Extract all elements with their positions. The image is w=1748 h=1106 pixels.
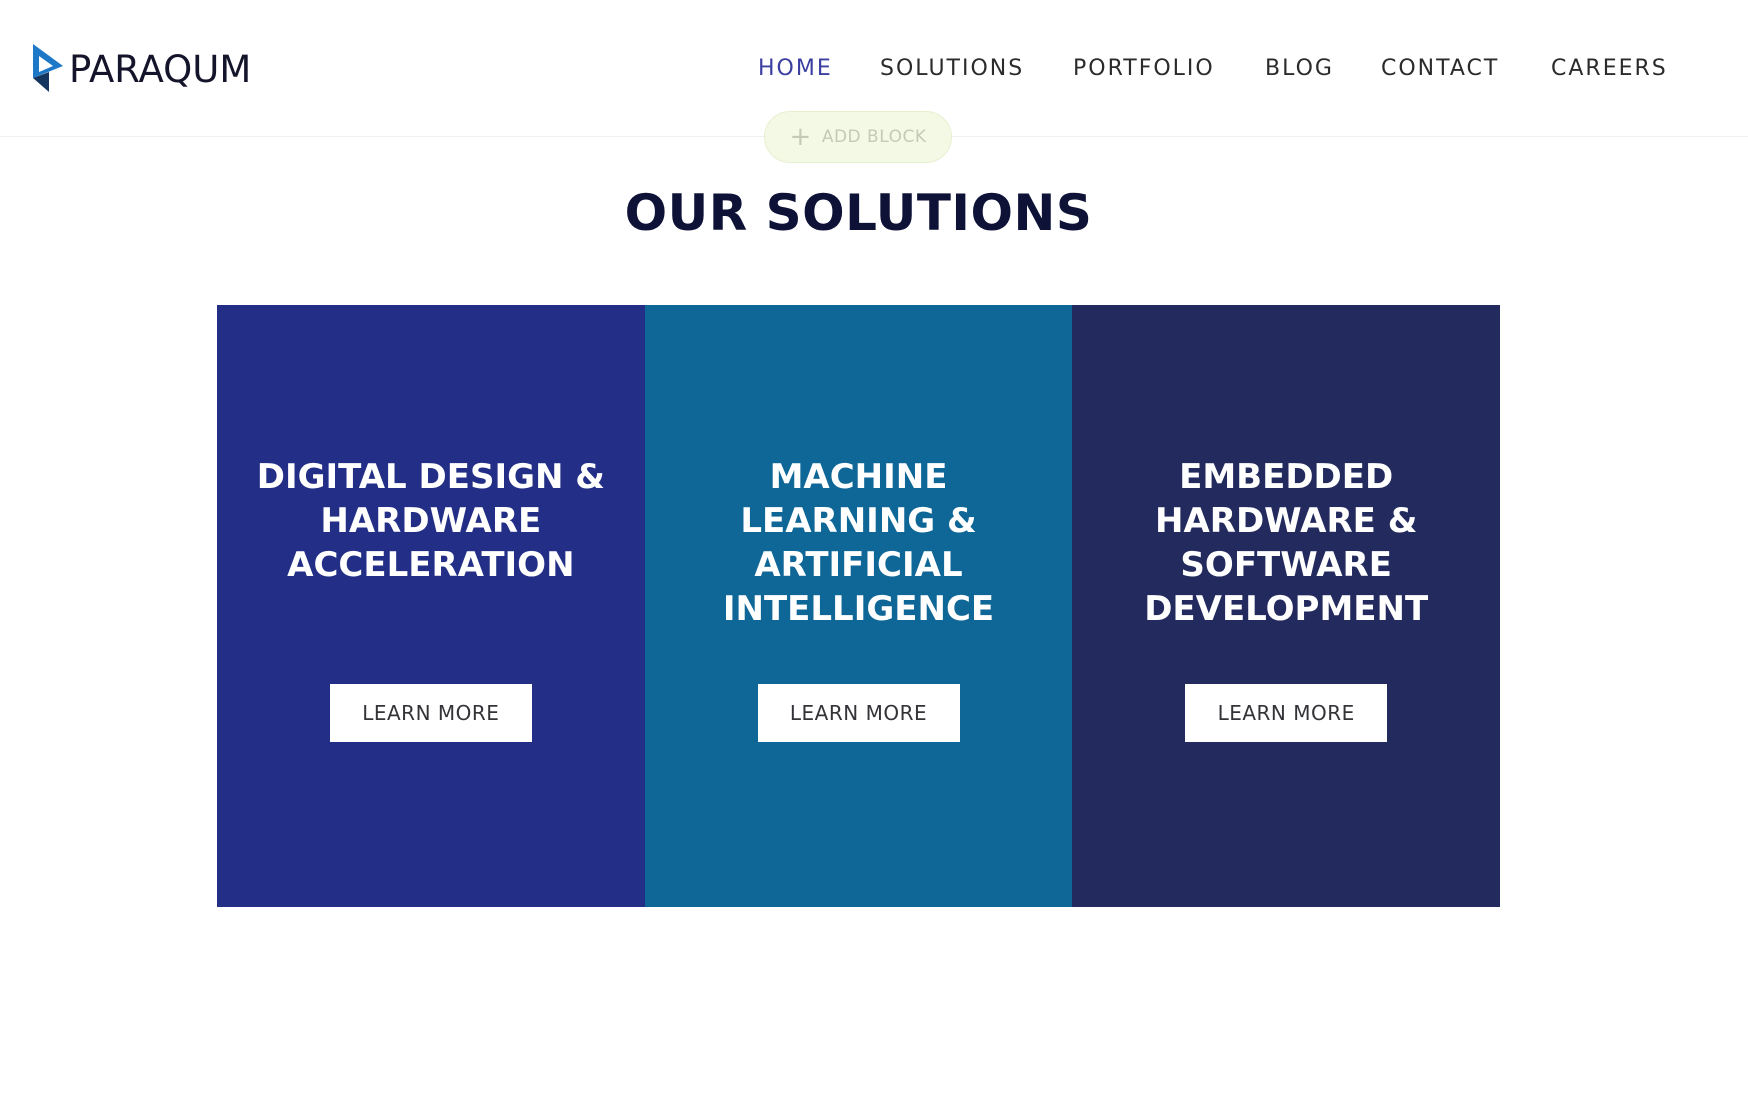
section-title: OUR SOLUTIONS	[624, 184, 1093, 242]
solution-card-digital-design: DIGITAL DESIGN & HARDWARE ACCELERATION L…	[217, 305, 645, 907]
plus-icon: +	[789, 122, 812, 152]
card-title: EMBEDDED HARDWARE & SOFTWARE DEVELOPMENT	[1144, 457, 1429, 629]
learn-more-button[interactable]: LEARN MORE	[1185, 684, 1388, 742]
solutions-cards: DIGITAL DESIGN & HARDWARE ACCELERATION L…	[217, 305, 1501, 907]
card-title: DIGITAL DESIGN & HARDWARE ACCELERATION	[256, 457, 605, 585]
card-title: MACHINE LEARNING & ARTIFICIAL INTELLIGEN…	[722, 457, 995, 629]
add-block-button[interactable]: + ADD BLOCK	[764, 111, 952, 163]
add-block-label: ADD BLOCK	[821, 127, 927, 147]
nav-home[interactable]: HOME	[758, 54, 833, 84]
solution-card-machine-learning: MACHINE LEARNING & ARTIFICIAL INTELLIGEN…	[644, 305, 1073, 907]
nav-portfolio[interactable]: PORTFOLIO	[1073, 54, 1215, 84]
solution-card-embedded: EMBEDDED HARDWARE & SOFTWARE DEVELOPMENT…	[1072, 305, 1501, 907]
page: PARAQUM HOME SOLUTIONS PORTFOLIO BLOG CO…	[0, 0, 1748, 1106]
learn-more-button[interactable]: LEARN MORE	[757, 684, 960, 742]
nav-solutions[interactable]: SOLUTIONS	[880, 54, 1024, 84]
nav-careers[interactable]: CAREERS	[1551, 54, 1668, 84]
nav-contact[interactable]: CONTACT	[1381, 54, 1499, 84]
learn-more-button[interactable]: LEARN MORE	[329, 684, 532, 742]
main-nav: HOME SOLUTIONS PORTFOLIO BLOG CONTACT CA…	[0, 54, 1748, 84]
nav-blog[interactable]: BLOG	[1265, 54, 1334, 84]
